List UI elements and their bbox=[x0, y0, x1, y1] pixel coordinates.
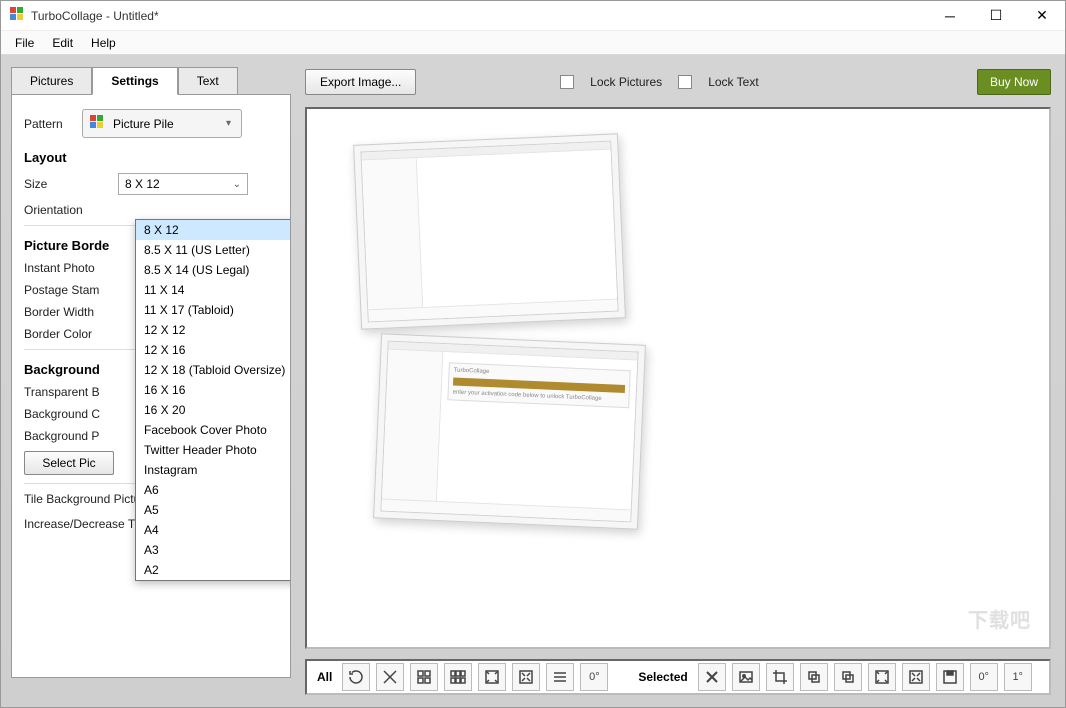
size-option[interactable]: 12 X 12 bbox=[136, 320, 291, 340]
shuffle-button[interactable] bbox=[342, 663, 370, 691]
size-option[interactable]: Instagram bbox=[136, 460, 291, 480]
size-option[interactable]: 16 X 20 bbox=[136, 400, 291, 420]
toolbar-all-label: All bbox=[317, 670, 332, 684]
grid-2x2-button[interactable] bbox=[410, 663, 438, 691]
save-button[interactable] bbox=[936, 663, 964, 691]
size-option[interactable]: 11 X 17 (Tabloid) bbox=[136, 300, 291, 320]
crop-button[interactable] bbox=[766, 663, 794, 691]
size-option[interactable]: 8.5 X 14 (US Legal) bbox=[136, 260, 291, 280]
export-image-button[interactable]: Export Image... bbox=[305, 69, 416, 95]
size-label: Size bbox=[24, 177, 110, 191]
collage-picture[interactable]: TurboCollageenter your activation code b… bbox=[373, 333, 646, 529]
tab-settings[interactable]: Settings bbox=[92, 67, 177, 95]
window-close[interactable]: ✕ bbox=[1019, 1, 1065, 31]
pattern-dropdown[interactable]: Picture Pile ▾ bbox=[82, 109, 242, 138]
transparent-bg-label: Transparent B bbox=[24, 385, 100, 399]
rotate-0-button[interactable]: 0° bbox=[580, 663, 608, 691]
pattern-label: Pattern bbox=[24, 117, 74, 131]
collage-canvas[interactable]: TurboCollageenter your activation code b… bbox=[305, 107, 1051, 649]
border-width-label: Border Width bbox=[24, 305, 94, 319]
fit-button[interactable] bbox=[478, 663, 506, 691]
menubar: File Edit Help bbox=[1, 31, 1065, 55]
lock-pictures-label: Lock Pictures bbox=[590, 75, 662, 89]
size-option[interactable]: A4 bbox=[136, 520, 291, 540]
size-value: 8 X 12 bbox=[125, 177, 160, 191]
size-option[interactable]: Facebook Cover Photo bbox=[136, 420, 291, 440]
menu-file[interactable]: File bbox=[7, 33, 42, 53]
size-dropdown[interactable]: 8 X 12 ⌄ bbox=[118, 173, 248, 195]
background-color-label: Background C bbox=[24, 407, 100, 421]
size-dropdown-list[interactable]: 8 X 128.5 X 11 (US Letter)8.5 X 14 (US L… bbox=[135, 219, 291, 581]
size-option[interactable]: A2 bbox=[136, 560, 291, 580]
size-option[interactable]: A5 bbox=[136, 500, 291, 520]
menu-help[interactable]: Help bbox=[83, 33, 124, 53]
background-picture-label: Background P bbox=[24, 429, 99, 443]
window-maximize[interactable]: ☐ bbox=[973, 1, 1019, 31]
buy-now-button[interactable]: Buy Now bbox=[977, 69, 1051, 95]
size-option[interactable]: 6 X 12 (Panorama 2:1) bbox=[136, 580, 291, 581]
shuffle-alt-button[interactable] bbox=[376, 663, 404, 691]
pattern-value: Picture Pile bbox=[113, 117, 174, 131]
send-back-button[interactable] bbox=[834, 663, 862, 691]
chevron-down-icon: ▾ bbox=[226, 118, 231, 129]
align-button[interactable] bbox=[546, 663, 574, 691]
size-option[interactable]: A3 bbox=[136, 540, 291, 560]
lock-text-checkbox[interactable] bbox=[678, 75, 692, 89]
shrink-button[interactable] bbox=[512, 663, 540, 691]
watermark: 下载吧 bbox=[968, 604, 1031, 633]
settings-panel: Pattern Picture Pile ▾ Layout Size 8 X 1… bbox=[11, 94, 291, 678]
size-option[interactable]: A6 bbox=[136, 480, 291, 500]
app-icon bbox=[9, 6, 25, 25]
size-option[interactable]: 8 X 12 bbox=[136, 220, 291, 240]
rotate-0-selected-button[interactable]: 0° bbox=[970, 663, 998, 691]
size-option[interactable]: 16 X 16 bbox=[136, 380, 291, 400]
instant-photo-label: Instant Photo bbox=[24, 261, 95, 275]
orientation-label: Orientation bbox=[24, 203, 110, 217]
lock-text-label: Lock Text bbox=[708, 75, 758, 89]
delete-button[interactable] bbox=[698, 663, 726, 691]
tab-text[interactable]: Text bbox=[178, 67, 238, 95]
grid-3x2-button[interactable] bbox=[444, 663, 472, 691]
menu-edit[interactable]: Edit bbox=[44, 33, 81, 53]
window-titlebar: TurboCollage - Untitled* ─ ☐ ✕ bbox=[1, 1, 1065, 31]
collage-picture[interactable] bbox=[353, 133, 626, 329]
size-option[interactable]: 12 X 18 (Tabloid Oversize) bbox=[136, 360, 291, 380]
chevron-down-icon: ⌄ bbox=[233, 179, 241, 190]
window-minimize[interactable]: ─ bbox=[927, 1, 973, 31]
size-option[interactable]: Twitter Header Photo bbox=[136, 440, 291, 460]
lock-pictures-checkbox[interactable] bbox=[560, 75, 574, 89]
shrink-selected-button[interactable] bbox=[902, 663, 930, 691]
select-picture-button[interactable]: Select Pic bbox=[24, 451, 114, 475]
fit-selected-button[interactable] bbox=[868, 663, 896, 691]
pattern-icon bbox=[89, 114, 105, 133]
rotate-1-button[interactable]: 1° bbox=[1004, 663, 1032, 691]
window-title: TurboCollage - Untitled* bbox=[31, 9, 159, 23]
bring-front-button[interactable] bbox=[800, 663, 828, 691]
postage-stamp-label: Postage Stam bbox=[24, 283, 99, 297]
border-color-label: Border Color bbox=[24, 327, 92, 341]
image-button[interactable] bbox=[732, 663, 760, 691]
tab-pictures[interactable]: Pictures bbox=[11, 67, 92, 95]
size-option[interactable]: 11 X 14 bbox=[136, 280, 291, 300]
bottom-toolbar: All 0° Selected 0° 1° bbox=[305, 659, 1051, 695]
toolbar-selected-label: Selected bbox=[638, 670, 687, 684]
size-option[interactable]: 8.5 X 11 (US Letter) bbox=[136, 240, 291, 260]
size-option[interactable]: 12 X 16 bbox=[136, 340, 291, 360]
layout-section: Layout bbox=[24, 150, 278, 165]
